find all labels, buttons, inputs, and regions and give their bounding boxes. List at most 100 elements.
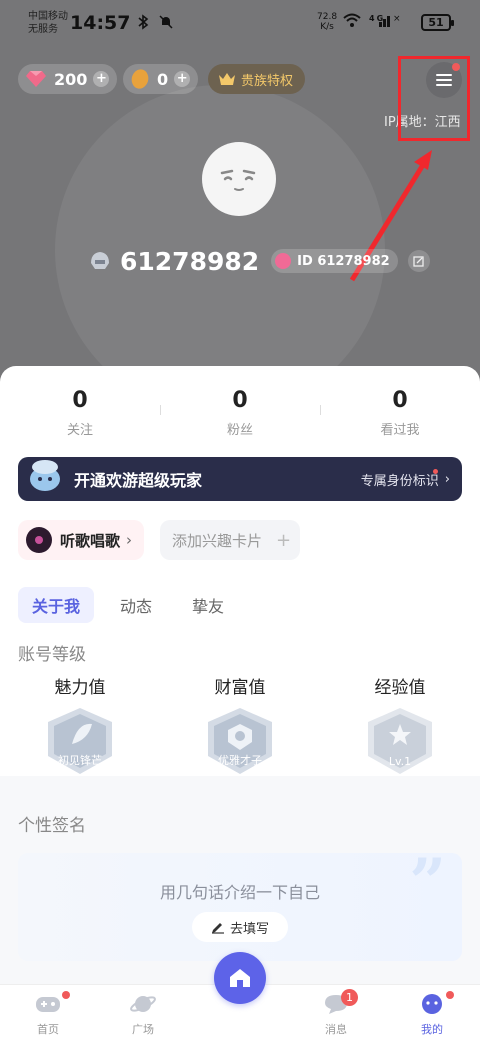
network-speed: 72.8 K/s [317,12,338,32]
center-home-button[interactable] [214,952,266,1004]
stat-visitors[interactable]: 0 看过我 [320,388,480,438]
level-helmet-icon [91,252,109,269]
nav-square-label: 广场 [132,1023,154,1036]
username-row: 61278982 ID 61278982 [88,245,430,277]
stat-value: 0 [232,388,248,413]
tab-best-friends[interactable]: 挚友 [192,593,224,617]
gamepad-icon [36,997,60,1012]
stat-label: 关注 [66,423,93,438]
add-interest-card-button[interactable]: 添加兴趣卡片 + [160,520,300,560]
experience-badge-icon: Lv.1 [362,706,438,778]
fill-signature-label: 去填写 [229,921,269,937]
level-label: 经验值 [374,678,426,698]
profile-face-icon [422,994,442,1014]
stat-fans[interactable]: 0 粉丝 [160,388,320,438]
notification-dot [446,991,454,999]
stat-label: 粉丝 [226,423,253,438]
pen-icon [211,923,224,934]
level-experience[interactable]: 经验值 Lv.1 [320,673,480,778]
add-interest-label: 添加兴趣卡片 [172,531,263,550]
interest-card-music[interactable]: 听歌唱歌 › [18,520,145,560]
header-background-decoration [55,85,385,400]
stat-following[interactable]: 0 关注 [0,388,160,438]
carrier-info: 中国移动 无服务 [28,10,68,36]
stat-label: 看过我 [380,423,420,438]
signature-hint: 用几句话介绍一下自己 [159,883,320,902]
svg-text:×: × [393,14,403,24]
stat-value: 0 [392,388,408,413]
bean-icon [127,66,153,92]
gem-icon [26,71,46,87]
vip-banner-subtitle: 专属身份标识 [360,473,439,489]
nav-mine[interactable]: 我的 [402,991,462,1037]
fill-signature-button[interactable]: 去填写 [192,912,288,942]
vip-privilege-label: 贵族特权 [241,73,294,89]
music-disc-icon [26,527,52,553]
vip-banner-title: 开通欢游超级玩家 [74,471,203,490]
level-label: 魅力值 [54,678,106,698]
nav-mine-label: 我的 [421,1023,443,1036]
profile-tabs: 关于我 动态 挚友 [18,587,264,623]
mute-bell-icon [159,15,173,29]
stat-divider [160,405,161,415]
badge-label: 优雅才子 [218,754,262,767]
edit-icon [413,255,424,267]
nav-messages-label: 消息 [325,1023,347,1036]
signature-title: 个性签名 [18,816,86,836]
mascot-icon [30,460,60,491]
plus-icon: + [276,529,292,551]
stat-value: 0 [72,388,88,413]
notification-dot [433,469,438,474]
unread-count-badge: 1 [341,989,358,1006]
edit-profile-button[interactable] [407,250,430,272]
nav-home-label: 首页 [37,1023,59,1036]
level-charm[interactable]: 魅力值 初见锋芒 [0,673,160,778]
nav-square[interactable]: 广场 [113,993,173,1037]
notification-dot [62,991,70,999]
vip-upgrade-banner[interactable]: 开通欢游超级玩家 专属身份标识 › [18,457,462,501]
badge-label: 初见锋芒 [58,754,102,767]
charm-badge-icon: 初见锋芒 [42,706,118,778]
house-icon [230,969,250,987]
account-level-list: 魅力值 初见锋芒 财富值 优雅才子 经验值 Lv.1 [0,673,480,778]
level-wealth[interactable]: 财富值 优雅才子 [160,673,320,778]
avatar[interactable] [202,142,276,216]
vip-privilege-button[interactable]: 贵族特权 [208,64,306,94]
cellular-signal-icon: 4G × [369,14,403,27]
user-id-badge[interactable]: ID 61278982 [271,249,398,273]
bean-count: 0 [157,69,169,89]
interest-tag-label: 听歌唱歌 [60,531,121,550]
planet-icon [130,996,156,1012]
chevron-right-icon: › [126,531,133,549]
status-bar: 中国移动 无服务 14:57 72.8 K/s 4G × 51 [0,0,480,44]
nav-messages[interactable]: 消息 1 [306,989,366,1037]
nav-home[interactable]: 首页 [18,991,78,1037]
default-avatar-face-icon [220,169,256,191]
account-level-title: 账号等级 [18,645,86,665]
tab-moments[interactable]: 动态 [120,593,152,617]
signature-box[interactable]: ” 用几句话介绍一下自己 去填写 [18,845,462,961]
signal-icons: 4G × [342,12,403,32]
stats-row: 0 关注 0 粉丝 0 看过我 [0,388,480,438]
tab-about-me[interactable]: 关于我 [18,587,95,623]
wealth-badge-icon: 优雅才子 [202,706,278,778]
add-beans-icon[interactable]: + [174,71,191,87]
wifi-icon [343,13,361,27]
badge-label: Lv.1 [388,755,412,768]
level-label: 财富值 [214,678,266,698]
battery-indicator: 51 [421,14,454,31]
gem-count: 200 [54,69,88,89]
gem-balance[interactable]: 200 + [18,64,118,94]
crown-icon [219,73,235,85]
username: 61278982 [120,246,260,276]
chevron-right-icon: › [444,471,450,487]
carrier-name: 中国移动 [28,11,68,22]
carrier-service: 无服务 [28,24,58,35]
bean-balance[interactable]: 0 + [123,64,199,94]
svg-text:4G: 4G [369,14,385,23]
user-id: ID 61278982 [297,253,390,269]
stat-divider [320,405,321,415]
annotation-highlight-box [398,56,470,141]
status-icons [136,14,174,34]
add-gems-icon[interactable]: + [93,71,110,87]
